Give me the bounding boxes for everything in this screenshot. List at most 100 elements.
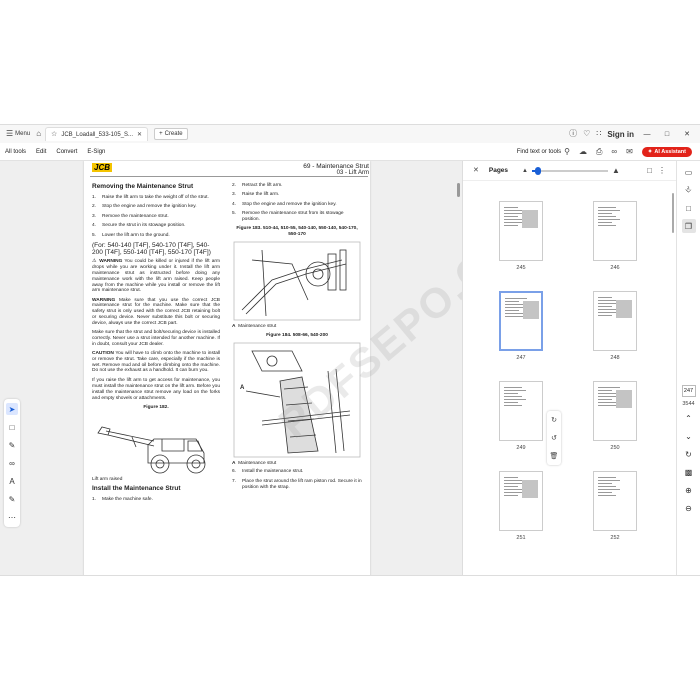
- signature-icon[interactable]: ✎: [6, 493, 18, 505]
- menu-button[interactable]: ☰ Menu: [0, 130, 36, 138]
- thumbnail-text-line: [504, 489, 522, 491]
- pages-scrollbar[interactable]: [671, 183, 675, 575]
- list-item: 4. Secure the strut in its stowage positi…: [92, 223, 186, 229]
- page-thumbnail[interactable]: [593, 201, 637, 261]
- titlebar-right: ⓘ ♡ ∷ Sign in — □ ✕: [569, 130, 700, 139]
- current-page-input[interactable]: 247: [681, 385, 696, 397]
- minimize-icon[interactable]: —: [640, 131, 654, 138]
- chevron-down-icon[interactable]: ⌄: [682, 429, 696, 443]
- help-icon[interactable]: ⓘ: [569, 130, 577, 138]
- bookmark-panel-icon[interactable]: ▭: [682, 165, 696, 179]
- page-thumbnail[interactable]: [499, 381, 543, 441]
- pages-panel-title: Pages: [488, 167, 509, 174]
- rotate-clockwise-icon[interactable]: ↻: [551, 416, 557, 424]
- close-panel-icon[interactable]: ✕: [473, 167, 479, 175]
- star-icon[interactable]: ☆: [51, 131, 57, 139]
- mail-icon[interactable]: ✉: [626, 147, 633, 156]
- thumbnail-text-line: [598, 213, 612, 215]
- header-rule: [90, 176, 368, 177]
- text-box-icon[interactable]: A: [6, 475, 18, 487]
- maximize-icon[interactable]: □: [660, 131, 674, 138]
- bell-icon[interactable]: ♡: [583, 130, 590, 138]
- document-viewport[interactable]: JCB 69 - Maintenance Strut 03 - Lift Arm…: [0, 161, 462, 575]
- page-number-label: 249: [516, 445, 526, 451]
- find-label: Find text or tools: [516, 148, 562, 155]
- save-page-icon[interactable]: ▩: [682, 465, 696, 479]
- print-icon[interactable]: ⎙: [596, 147, 602, 156]
- thumbnail-text-line: [598, 390, 612, 392]
- home-icon[interactable]: ⌂: [36, 130, 41, 138]
- figure-184-label: A Maintenance strut: [232, 460, 277, 466]
- comments-panel-icon[interactable]: □: [682, 201, 696, 215]
- pages-scroll-thumb[interactable]: [672, 193, 674, 233]
- delete-page-icon[interactable]: 🗑: [550, 452, 559, 460]
- page-thumbnail[interactable]: [593, 291, 637, 351]
- pages-panel-tools: □ ⋮: [647, 166, 666, 175]
- thumbnail-text-line: [504, 486, 518, 488]
- thumbnail-text-line: [504, 477, 518, 479]
- document-scroll-thumb[interactable]: [457, 183, 460, 197]
- cloud-upload-icon[interactable]: ☁: [579, 147, 587, 156]
- thumbnail-text-line: [505, 310, 519, 312]
- thumbnail-text-line: [598, 387, 620, 389]
- refresh-icon[interactable]: ↻: [682, 447, 696, 461]
- chevron-up-icon[interactable]: ⌃: [682, 411, 696, 425]
- close-tab-icon[interactable]: ✕: [137, 131, 142, 139]
- warning-block: ⚠ WARNING You could be killed or injured…: [92, 259, 220, 294]
- more-options-icon[interactable]: ⋮: [658, 166, 666, 175]
- zoom-in-icon[interactable]: ⊕: [682, 483, 696, 497]
- thumbnail-text-line: [598, 297, 612, 299]
- create-button[interactable]: + Create: [154, 128, 188, 140]
- insert-page-icon[interactable]: □: [647, 166, 652, 175]
- sign-in-button[interactable]: Sign in: [607, 130, 634, 139]
- list-item: 4. Stop the engine and remove the ignitio…: [232, 201, 337, 207]
- apps-grid-icon[interactable]: ∷: [596, 130, 601, 138]
- page-thumbnail[interactable]: [499, 291, 543, 351]
- figure-182-caption: Figure 182.: [143, 404, 169, 410]
- page-thumbnail[interactable]: [593, 381, 637, 441]
- list-item: 6. Install the maintenance strut.: [232, 469, 304, 475]
- more-tools-icon[interactable]: ⋯: [6, 511, 18, 523]
- comment-icon[interactable]: □: [6, 421, 18, 433]
- page-thumbnail[interactable]: [593, 471, 637, 531]
- zoom-in-mountain-icon[interactable]: ▲: [612, 166, 620, 175]
- link-icon[interactable]: ∞: [611, 147, 617, 156]
- thumbnail-text-line: [598, 399, 612, 401]
- figure-183-strut: [232, 240, 362, 322]
- thumbnail-text-line: [504, 225, 518, 227]
- thumbnail-grid: 245 246 247 248 249 250 251 252: [463, 183, 677, 575]
- acrobat-window: ☰ Menu ⌂ ☆ JCB_Loadall_533-105_S... ✕ + …: [0, 124, 700, 576]
- find-tools-button[interactable]: Find text or tools ⚲: [516, 147, 570, 156]
- attachment-icon[interactable]: ⎀: [682, 183, 696, 197]
- menu-esign[interactable]: E-Sign: [82, 149, 110, 155]
- menu-edit[interactable]: Edit: [31, 149, 51, 155]
- thumbnail-text-line: [598, 480, 620, 482]
- zoom-slider-knob[interactable]: [535, 166, 542, 175]
- zoom-out-mountain-icon[interactable]: ▲: [522, 167, 528, 175]
- page-thumbnail[interactable]: [499, 471, 543, 531]
- page-number-label: 247: [516, 355, 526, 361]
- thumbnail-figure: [522, 210, 538, 228]
- rotate-counterclockwise-icon[interactable]: ↺: [551, 434, 557, 442]
- zoom-slider[interactable]: [531, 166, 608, 175]
- page-thumbnail[interactable]: [499, 201, 543, 261]
- close-window-icon[interactable]: ✕: [680, 130, 694, 138]
- menu-label: Menu: [15, 131, 31, 137]
- document-tab[interactable]: ☆ JCB_Loadall_533-105_S... ✕: [45, 127, 149, 141]
- thumbnail-zoom[interactable]: ▲ ▲: [522, 166, 620, 175]
- thumbnail-text-line: [598, 486, 616, 488]
- right-rail: ▭ ⎀ □ ❐ 247 3544 ⌃ ⌄ ↻ ▩ ⊕ ⊖: [676, 161, 700, 575]
- zoom-out-icon[interactable]: ⊖: [682, 501, 696, 515]
- create-label: Create: [164, 131, 183, 137]
- menu-all-tools[interactable]: All tools: [0, 149, 31, 155]
- draw-loop-icon[interactable]: ∞: [6, 457, 18, 469]
- menu-convert[interactable]: Convert: [51, 149, 82, 155]
- ai-assistant-button[interactable]: ✦ AI Assistant: [641, 146, 692, 157]
- thumbnail-text-line: [598, 477, 616, 479]
- figure-183-label: A Maintenance strut: [232, 323, 277, 329]
- pen-icon[interactable]: ✎: [6, 439, 18, 451]
- select-cursor-icon[interactable]: ➤: [6, 403, 18, 415]
- title-bar: ☰ Menu ⌂ ☆ JCB_Loadall_533-105_S... ✕ + …: [0, 125, 700, 143]
- pages-panel-icon[interactable]: ❐: [681, 219, 696, 233]
- thumbnail-text-line: [504, 387, 522, 389]
